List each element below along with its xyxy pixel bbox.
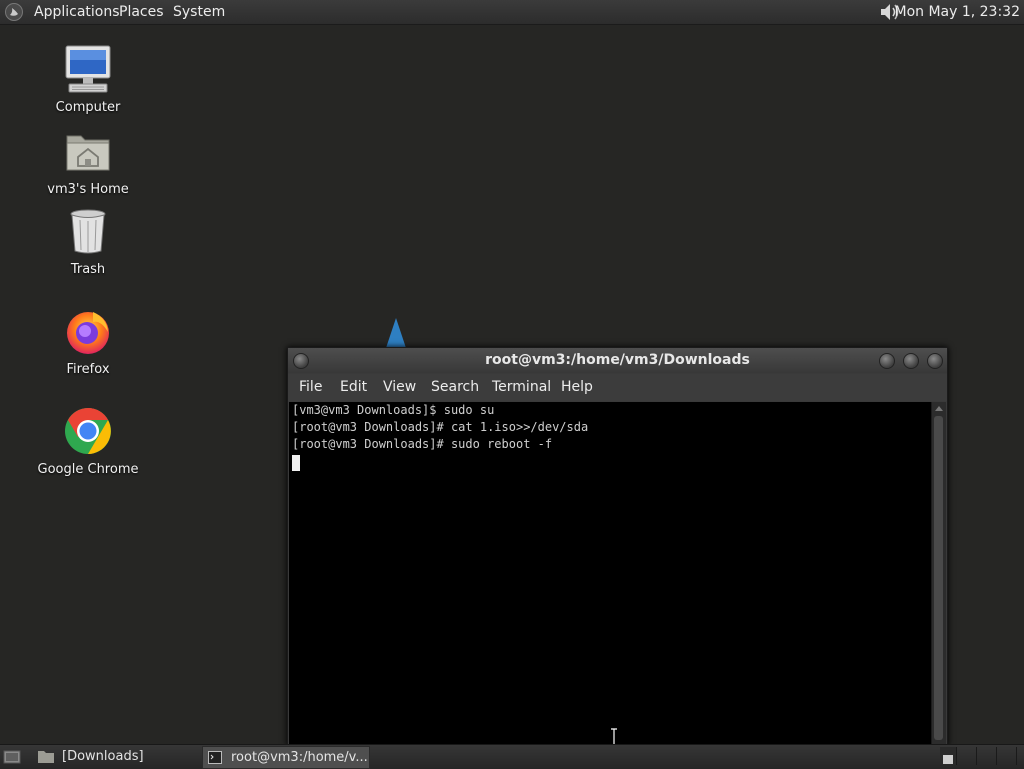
desktop-icon-label: Firefox bbox=[66, 362, 110, 377]
desktop-icon-label: Google Chrome bbox=[37, 462, 139, 477]
clock[interactable]: Mon May 1, 23:32 bbox=[894, 2, 1020, 22]
desktop-icon-label: Trash bbox=[70, 262, 106, 277]
terminal-line: [root@vm3 Downloads]# cat 1.iso>>/dev/sd… bbox=[292, 420, 589, 434]
terminal-output[interactable]: [vm3@vm3 Downloads]$ sudo su [root@vm3 D… bbox=[289, 402, 931, 744]
scrollbar-thumb[interactable] bbox=[934, 416, 943, 740]
top-panel: Applications Places System Mon May 1, 23… bbox=[0, 0, 1024, 25]
terminal-line: [root@vm3 Downloads]# sudo reboot -f bbox=[292, 437, 553, 451]
menu-help[interactable]: Help bbox=[561, 374, 593, 401]
menu-edit[interactable]: Edit bbox=[340, 374, 367, 401]
home-folder-icon bbox=[66, 135, 110, 171]
terminal-window: root@vm3:/home/vm3/Downloads File Edit V… bbox=[287, 347, 948, 746]
menu-file[interactable]: File bbox=[299, 374, 322, 401]
desktop-icon-home[interactable]: vm3's Home bbox=[28, 126, 148, 197]
taskbar-item-label: [Downloads] bbox=[62, 749, 144, 764]
menu-view[interactable]: View bbox=[383, 374, 416, 401]
terminal-line: [vm3@vm3 Downloads]$ sudo su bbox=[292, 403, 495, 417]
firefox-icon bbox=[67, 312, 109, 354]
taskbar-item-downloads[interactable]: [Downloads] bbox=[36, 746, 200, 767]
menu-search[interactable]: Search bbox=[431, 374, 479, 401]
desktop-icon-firefox[interactable]: Firefox bbox=[28, 306, 148, 377]
workspace-3[interactable] bbox=[980, 747, 997, 765]
applications-menu[interactable]: Applications bbox=[30, 2, 124, 22]
workspace-4[interactable] bbox=[1000, 747, 1017, 765]
chrome-icon bbox=[65, 408, 111, 454]
system-menu[interactable]: System bbox=[169, 2, 229, 22]
desktop-icon-trash[interactable]: Trash bbox=[28, 206, 148, 277]
bottom-panel: [Downloads] root@vm3:/home/v... bbox=[0, 744, 1024, 769]
workspace-2[interactable] bbox=[960, 747, 977, 765]
show-desktop-icon[interactable] bbox=[3, 748, 21, 765]
desktop-icon-computer[interactable]: Computer bbox=[28, 44, 148, 115]
terminal-icon bbox=[208, 751, 222, 764]
close-icon[interactable] bbox=[927, 353, 943, 369]
desktop-icon-label: vm3's Home bbox=[47, 182, 129, 197]
scroll-up-icon[interactable] bbox=[935, 406, 943, 411]
taskbar-item-label: root@vm3:/home/v... bbox=[231, 750, 368, 765]
window-title: root@vm3:/home/vm3/Downloads bbox=[485, 352, 750, 368]
places-menu[interactable]: Places bbox=[115, 2, 168, 22]
desktop-icon-chrome[interactable]: Google Chrome bbox=[28, 406, 148, 477]
taskbar-item-terminal[interactable]: root@vm3:/home/v... bbox=[202, 746, 370, 769]
menu-terminal[interactable]: Terminal bbox=[492, 374, 551, 401]
window-titlebar[interactable]: root@vm3:/home/vm3/Downloads bbox=[288, 348, 947, 373]
maximize-icon[interactable] bbox=[903, 353, 919, 369]
computer-icon bbox=[65, 45, 111, 93]
terminal-cursor bbox=[292, 455, 300, 471]
wallpaper-shape bbox=[386, 318, 406, 348]
folder-icon bbox=[38, 751, 54, 763]
desktop-icon-label: Computer bbox=[55, 100, 121, 115]
terminal-scrollbar[interactable] bbox=[931, 402, 946, 744]
workspace-1[interactable] bbox=[940, 747, 957, 765]
gnome-foot-icon[interactable] bbox=[4, 2, 24, 22]
minimize-icon[interactable] bbox=[879, 353, 895, 369]
terminal-menubar: File Edit View Search Terminal Help bbox=[288, 374, 947, 401]
trash-icon bbox=[70, 209, 106, 254]
